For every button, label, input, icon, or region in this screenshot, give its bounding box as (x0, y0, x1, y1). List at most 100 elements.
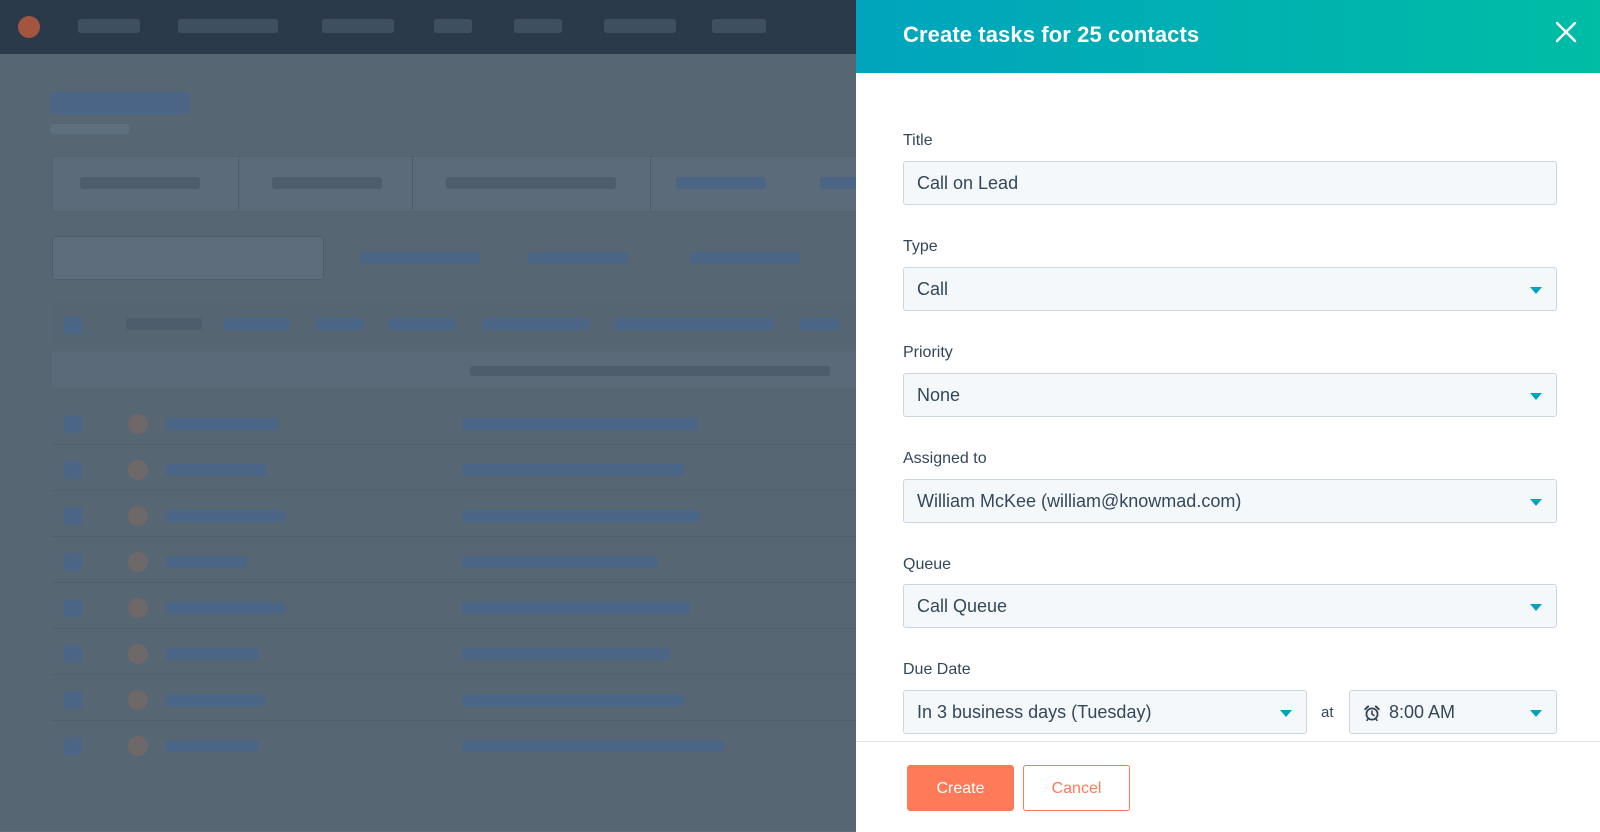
filter (690, 252, 800, 264)
chevron-down-icon (1530, 604, 1542, 611)
queue-select[interactable]: Call Queue (903, 584, 1557, 628)
assigned-to-value: William McKee (william@knowmad.com) (917, 491, 1242, 511)
row-name (165, 740, 259, 752)
row-name (165, 602, 285, 614)
bulk-action (482, 318, 590, 330)
row-divider (52, 674, 882, 675)
row-divider (52, 628, 882, 629)
row-name (165, 418, 279, 430)
row-email (462, 510, 700, 522)
nav-item (604, 19, 676, 33)
bulk-action (316, 318, 364, 330)
avatar (128, 690, 148, 710)
tab-label (820, 177, 860, 189)
search-box (52, 236, 324, 280)
row-checkbox (64, 415, 82, 433)
row-checkbox (64, 737, 82, 755)
cancel-button[interactable]: Cancel (1023, 765, 1130, 811)
row-divider (52, 444, 882, 445)
selection-banner-text (470, 366, 830, 376)
bulk-action (800, 318, 840, 330)
assigned-to-select[interactable]: William McKee (william@knowmad.com) (903, 479, 1557, 523)
priority-value: None (917, 385, 961, 405)
row-name (165, 510, 285, 522)
panel-footer: Create Cancel (856, 741, 1600, 832)
nav-item (514, 19, 562, 33)
filter (360, 252, 480, 264)
row-checkbox (64, 645, 82, 663)
nav-item (712, 19, 766, 33)
due-time-select[interactable]: 8:00 AM (1349, 690, 1557, 734)
row-email (462, 694, 684, 706)
page-subtitle (50, 124, 130, 134)
nav-item (434, 19, 472, 33)
bulk-action (614, 318, 774, 330)
chevron-down-icon (1280, 710, 1292, 717)
row-checkbox (64, 553, 82, 571)
bulk-action (224, 318, 290, 330)
tab-label (272, 177, 382, 189)
due-date-value: In 3 business days (Tuesday) (917, 702, 1152, 722)
row-divider (52, 490, 882, 491)
nav-item (78, 19, 140, 33)
type-select[interactable]: Call (903, 267, 1557, 311)
row-email (462, 418, 698, 430)
panel-title: Create tasks for 25 contacts (903, 22, 1200, 47)
type-label: Type (903, 238, 938, 255)
bulk-action (126, 318, 202, 330)
row-checkbox (64, 691, 82, 709)
row-divider (52, 582, 882, 583)
avatar (128, 736, 148, 756)
logo-icon (18, 16, 40, 38)
chevron-down-icon (1530, 393, 1542, 400)
row-email (462, 464, 684, 476)
avatar (128, 552, 148, 572)
tab-divider (412, 156, 413, 210)
create-tasks-panel: Create tasks for 25 contacts Title Call … (856, 0, 1600, 832)
at-label: at (1321, 704, 1334, 721)
close-icon[interactable] (1554, 20, 1578, 44)
tab-label (446, 177, 616, 189)
tab-divider (238, 156, 239, 210)
nav-item (178, 19, 278, 33)
row-email (462, 648, 670, 660)
tab-label (80, 177, 200, 189)
chevron-down-icon (1530, 710, 1542, 717)
row-email (462, 602, 690, 614)
title-label: Title (903, 132, 933, 149)
chevron-down-icon (1530, 499, 1542, 506)
avatar (128, 414, 148, 434)
tab-label (676, 177, 766, 189)
row-email (462, 556, 658, 568)
avatar (128, 598, 148, 618)
row-checkbox (64, 461, 82, 479)
type-value: Call (917, 279, 949, 299)
select-all-checkbox (64, 316, 82, 334)
row-name (165, 556, 247, 568)
priority-label: Priority (903, 344, 953, 361)
assigned-to-label: Assigned to (903, 450, 987, 467)
queue-label: Queue (903, 556, 952, 573)
chevron-down-icon (1530, 287, 1542, 294)
row-divider (52, 720, 882, 721)
row-divider (52, 536, 882, 537)
nav-item (322, 19, 394, 33)
row-name (165, 464, 267, 476)
row-checkbox (64, 599, 82, 617)
bulk-action (388, 318, 456, 330)
filter (528, 252, 628, 264)
avatar (128, 460, 148, 480)
row-checkbox (64, 507, 82, 525)
avatar (128, 506, 148, 526)
title-input[interactable]: Call on Lead (903, 161, 1557, 205)
due-date-label: Due Date (903, 661, 971, 678)
due-time-value: 8:00 AM (1389, 702, 1456, 722)
create-button[interactable]: Create (907, 765, 1014, 811)
row-email (462, 740, 724, 752)
tab-divider (650, 156, 651, 210)
panel-header: Create tasks for 25 contacts (856, 0, 1600, 73)
row-name (165, 694, 265, 706)
due-date-select[interactable]: In 3 business days (Tuesday) (903, 690, 1307, 734)
priority-select[interactable]: None (903, 373, 1557, 417)
queue-value: Call Queue (917, 596, 1008, 616)
